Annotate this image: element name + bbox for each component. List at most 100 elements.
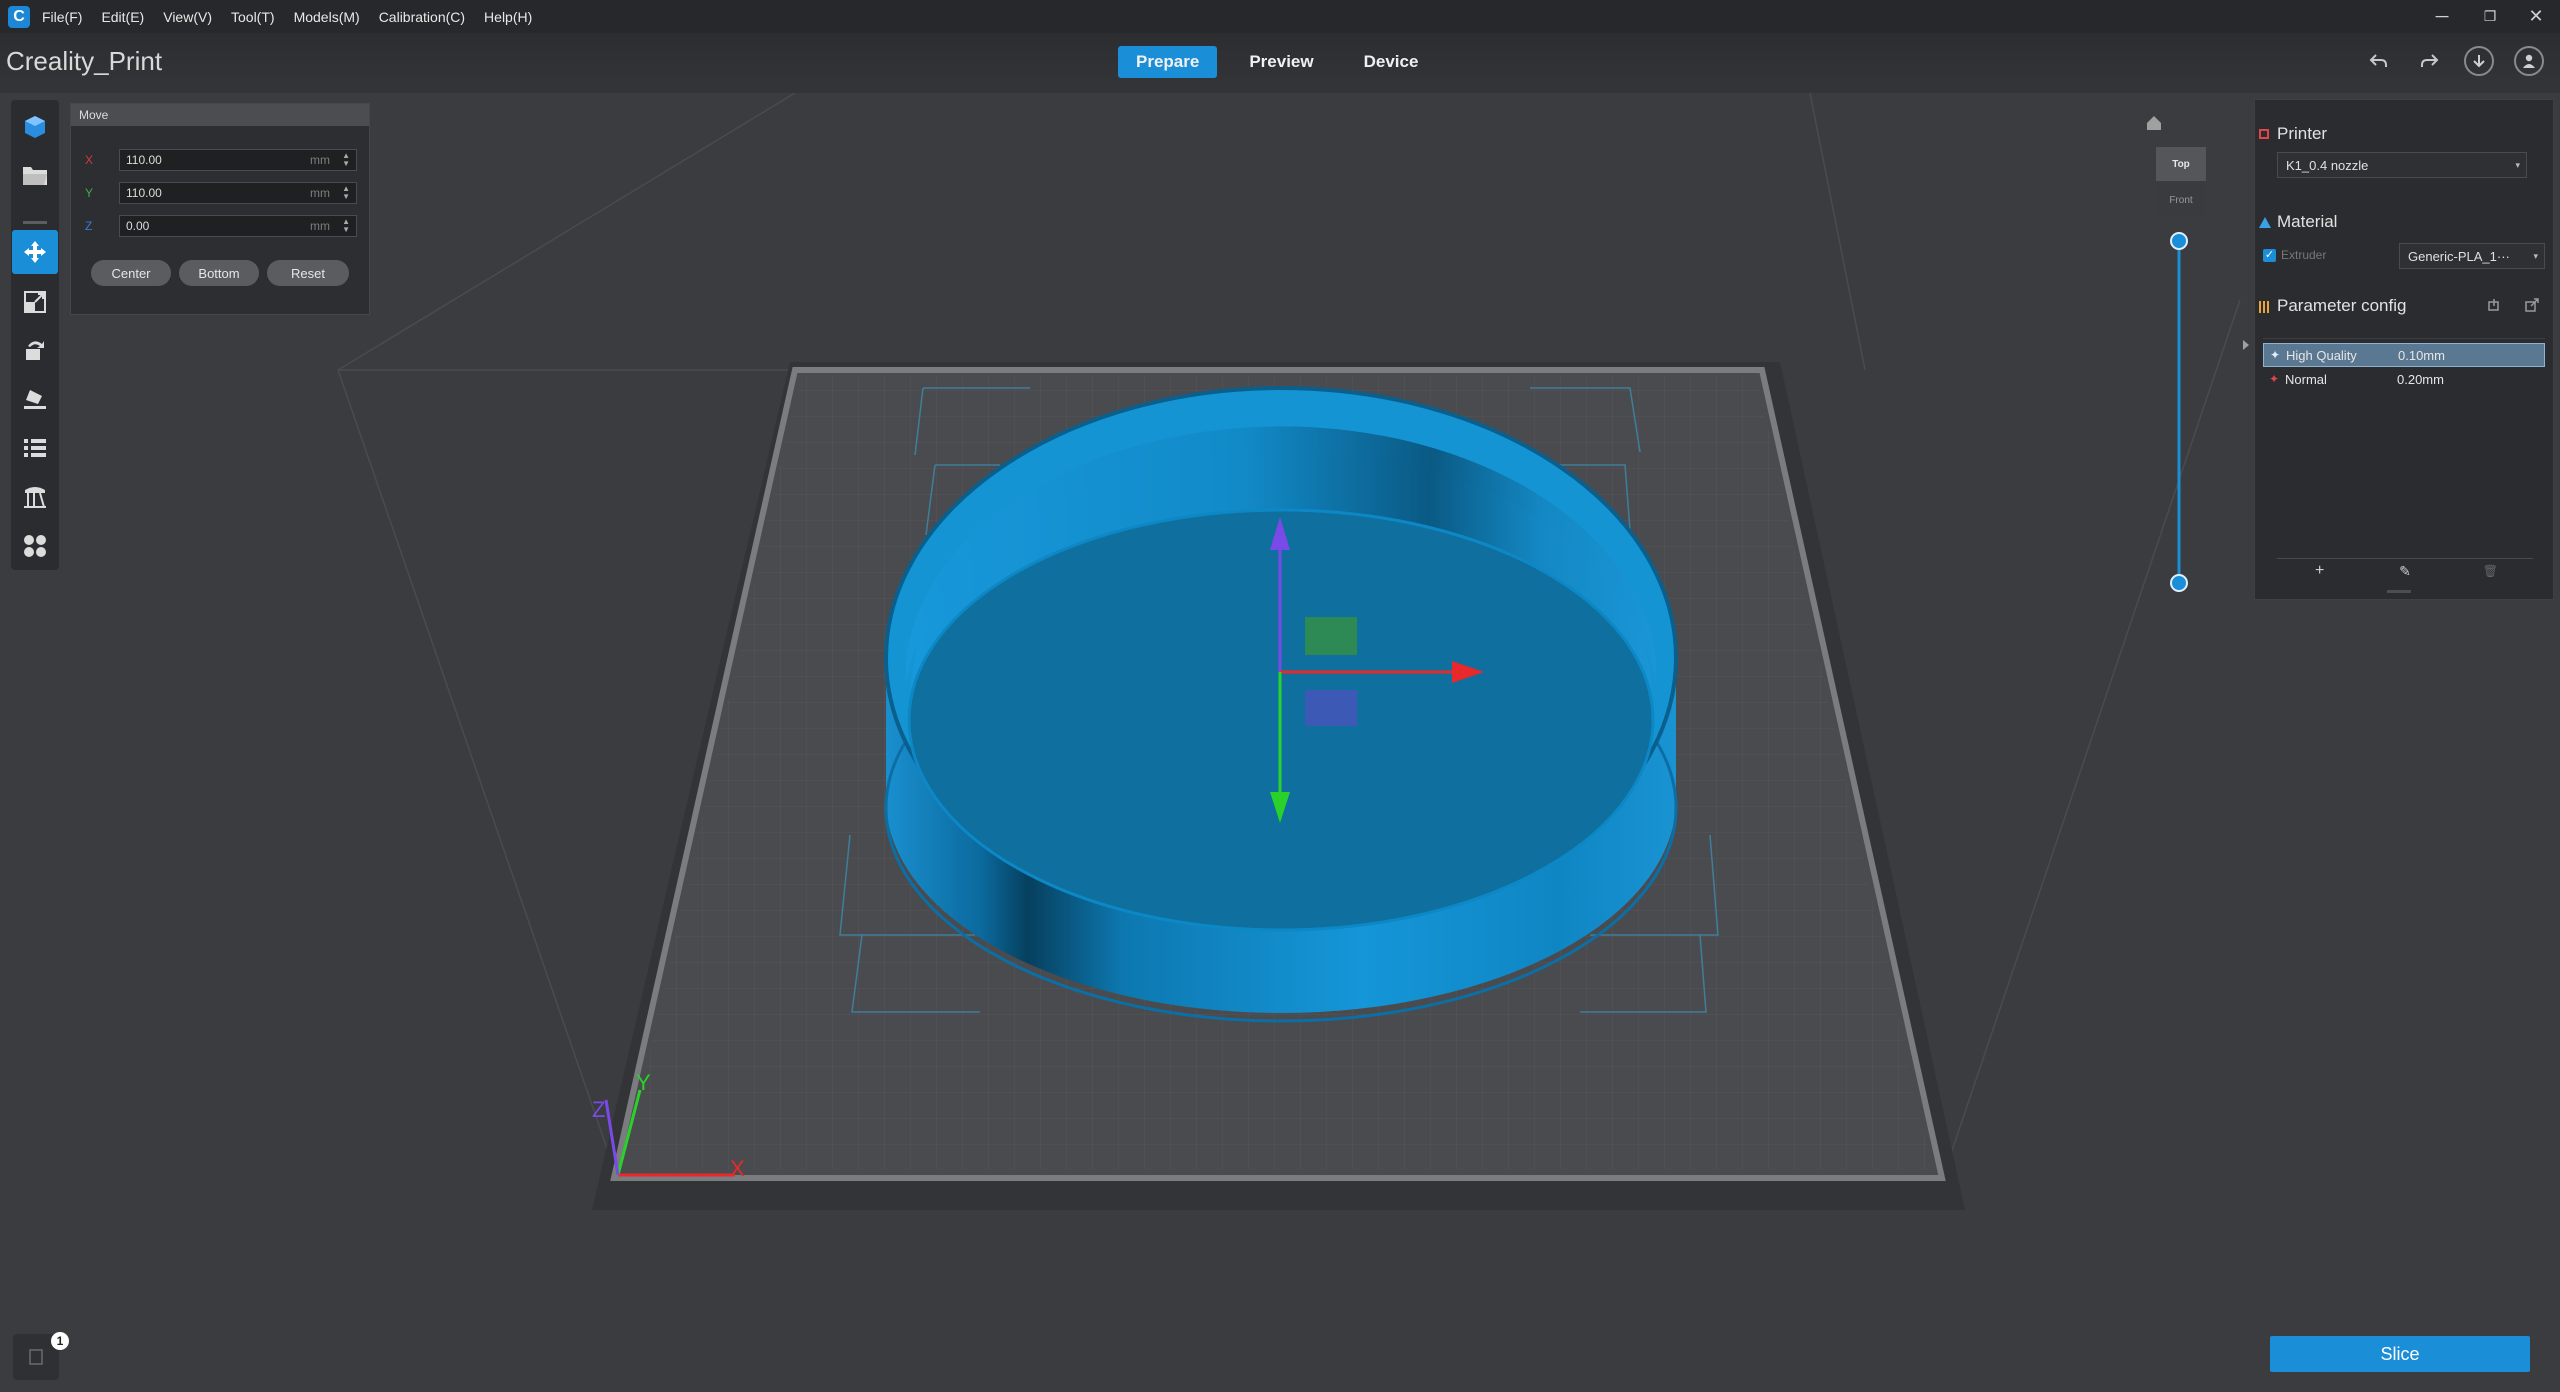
view-slider[interactable] xyxy=(2170,232,2188,592)
x-unit: mm xyxy=(310,153,330,167)
profile-row-normal[interactable]: ✦ Normal 0.20mm xyxy=(2263,367,2545,391)
x-position-row: X mm ▲▼ xyxy=(85,148,359,172)
material-section-title: Material xyxy=(2277,212,2338,231)
panel-resize-handle[interactable] xyxy=(2387,590,2411,593)
menu-view[interactable]: View(V) xyxy=(163,9,212,25)
tab-preview[interactable]: Preview xyxy=(1231,46,1331,78)
arrange-icon[interactable] xyxy=(12,524,58,568)
printer-selected-value: K1_0.4 nozzle xyxy=(2286,157,2369,173)
z-position-input[interactable] xyxy=(120,218,298,234)
undo-icon[interactable] xyxy=(2364,46,2394,76)
profile-name: High Quality xyxy=(2286,347,2357,363)
title-bar: Creality_Print Prepare Preview Device xyxy=(0,33,2560,93)
z-unit: mm xyxy=(310,219,330,233)
y-position-row: Y mm ▲▼ xyxy=(85,181,359,205)
view-front-button[interactable]: Front xyxy=(2156,183,2206,217)
profile-actions: + ✎ 🗑 xyxy=(2277,558,2533,583)
z-axis-label: Z xyxy=(85,219,93,233)
menu-file[interactable]: File(F) xyxy=(42,9,82,25)
origin-x-label: X xyxy=(730,1156,745,1181)
lay-flat-icon[interactable] xyxy=(12,377,58,421)
support-icon[interactable] xyxy=(12,475,58,519)
main-tabs: Prepare Preview Device xyxy=(1118,46,1436,78)
y-position-input[interactable] xyxy=(120,185,298,201)
object-list-icon[interactable] xyxy=(12,426,58,470)
export-profile-icon[interactable] xyxy=(2525,298,2539,317)
close-button[interactable]: ✕ xyxy=(2522,4,2550,28)
y-position-field[interactable]: mm ▲▼ xyxy=(119,182,357,204)
menu-tool[interactable]: Tool(T) xyxy=(231,9,275,25)
x-axis-label: X xyxy=(85,153,94,167)
x-spinner-icon[interactable]: ▲ ▼ xyxy=(342,152,350,168)
reset-button[interactable]: Reset xyxy=(267,260,349,286)
menu-calibration[interactable]: Calibration(C) xyxy=(379,9,465,25)
menu-edit[interactable]: Edit(E) xyxy=(101,9,144,25)
viewport-3d[interactable]: X Y Z xyxy=(0,93,2560,1392)
profile-layer-height: 0.20mm xyxy=(2397,371,2444,387)
edit-profile-button[interactable]: ✎ xyxy=(2362,559,2447,583)
gizmo-xy-plane[interactable] xyxy=(1305,690,1357,726)
z-position-field[interactable]: mm ▲▼ xyxy=(119,215,357,237)
tab-device[interactable]: Device xyxy=(1346,46,1437,78)
profile-list: ✦ High Quality 0.10mm ✦ Normal 0.20mm xyxy=(2263,338,2545,539)
center-button[interactable]: Center xyxy=(91,260,171,286)
toolbar-divider xyxy=(23,221,47,224)
user-account-icon[interactable] xyxy=(2514,46,2544,76)
message-count-badge: 1 xyxy=(51,1332,69,1350)
x-position-field[interactable]: mm ▲▼ xyxy=(119,149,357,171)
quality-icon: ✦ xyxy=(2270,348,2281,362)
extruder-checkbox[interactable]: ✓ xyxy=(2263,249,2276,262)
extruder-label: Extruder xyxy=(2281,248,2327,262)
parameter-config-title: Parameter config xyxy=(2277,296,2407,315)
view-slider-top-handle[interactable] xyxy=(2170,232,2188,250)
y-unit: mm xyxy=(310,186,330,200)
y-spinner-icon[interactable]: ▲ ▼ xyxy=(342,185,350,201)
printer-section-title: Printer xyxy=(2277,124,2328,143)
z-spinner-icon[interactable]: ▲ ▼ xyxy=(342,218,350,234)
download-icon[interactable] xyxy=(2464,46,2494,76)
quality-icon: ✦ xyxy=(2269,372,2280,386)
view-slider-bottom-handle[interactable] xyxy=(2170,574,2188,592)
chevron-down-icon: ▾ xyxy=(2515,159,2520,170)
right-settings-panel: Printer K1_0.4 nozzle ▾ Material ✓ Extru… xyxy=(2254,99,2554,600)
origin-z-label: Z xyxy=(592,1097,605,1122)
printer-icon xyxy=(2259,129,2269,139)
move-icon[interactable] xyxy=(12,230,58,274)
bottom-button[interactable]: Bottom xyxy=(179,260,259,286)
minimize-button[interactable]: ─ xyxy=(2428,4,2456,28)
material-select[interactable]: Generic-PLA_1··· ▾ xyxy=(2399,243,2545,269)
restore-button[interactable]: ❐ xyxy=(2476,4,2504,28)
add-profile-button[interactable]: + xyxy=(2277,559,2362,583)
profile-name: Normal xyxy=(2285,371,2327,387)
open-file-icon[interactable] xyxy=(12,153,58,197)
collapse-panel-icon[interactable] xyxy=(2243,340,2249,350)
material-icon xyxy=(2259,217,2271,228)
move-panel-title: Move xyxy=(71,104,369,126)
add-model-icon[interactable] xyxy=(12,105,58,149)
chevron-down-icon: ▾ xyxy=(2533,250,2538,261)
z-position-row: Z mm ▲▼ xyxy=(85,214,359,238)
left-toolbar xyxy=(11,100,59,570)
menu-models[interactable]: Models(M) xyxy=(294,9,360,25)
profile-row-high-quality[interactable]: ✦ High Quality 0.10mm xyxy=(2263,343,2545,367)
profile-layer-height: 0.10mm xyxy=(2398,347,2445,363)
view-top-button[interactable]: Top xyxy=(2156,147,2206,181)
scale-icon[interactable] xyxy=(12,280,58,324)
parameter-config-icon xyxy=(2259,300,2269,313)
home-view-icon[interactable] xyxy=(2147,116,2161,130)
slice-button[interactable]: Slice xyxy=(2270,1336,2530,1372)
delete-profile-button[interactable]: 🗑 xyxy=(2448,559,2533,583)
app-title: Creality_Print xyxy=(6,46,163,76)
menu-help[interactable]: Help(H) xyxy=(484,9,532,25)
move-panel: Move X mm ▲▼ Y mm ▲▼ Z mm ▲▼ Center Bott… xyxy=(70,103,370,315)
origin-y-label: Y xyxy=(636,1070,651,1095)
tab-prepare[interactable]: Prepare xyxy=(1118,46,1218,78)
menu-bar: C File(F) Edit(E) View(V) Tool(T) Models… xyxy=(0,0,2560,33)
material-selected-value: Generic-PLA_1··· xyxy=(2408,248,2510,264)
import-profile-icon[interactable] xyxy=(2487,298,2501,317)
redo-icon[interactable] xyxy=(2414,46,2444,76)
printer-select[interactable]: K1_0.4 nozzle ▾ xyxy=(2277,152,2527,178)
gizmo-xz-plane[interactable] xyxy=(1305,617,1357,655)
rotate-icon[interactable] xyxy=(12,328,58,372)
x-position-input[interactable] xyxy=(120,152,298,168)
